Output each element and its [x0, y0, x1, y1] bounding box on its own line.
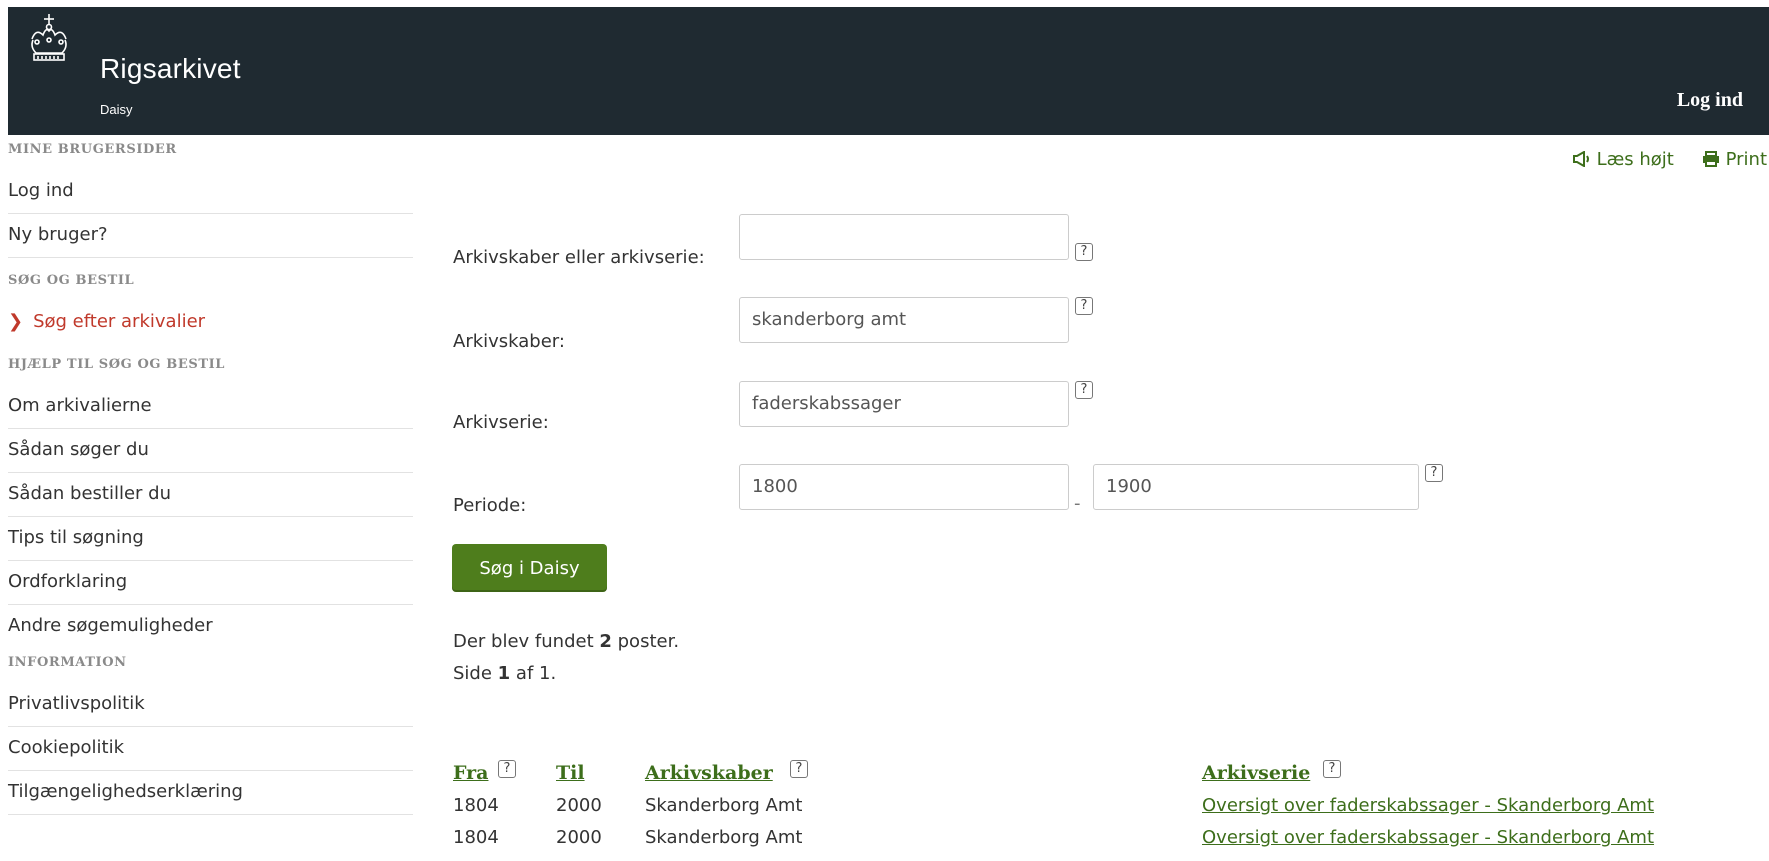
cell-from: 1804 [453, 795, 499, 816]
creator-or-series-input[interactable] [739, 214, 1069, 260]
read-aloud-label: Læs højt [1596, 149, 1674, 170]
help-icon[interactable]: ? [790, 760, 808, 778]
series-input[interactable]: faderskabssager [739, 381, 1069, 427]
brand-subtitle: Daisy [100, 102, 133, 117]
cell-creator: Skanderborg Amt [645, 795, 803, 816]
column-header-to[interactable]: Til [556, 762, 585, 784]
column-header-series[interactable]: Arkivserie [1202, 762, 1310, 784]
sidebar-item-search-label: Søg efter arkivalier [33, 311, 206, 332]
column-header-creator[interactable]: Arkivskaber [645, 762, 773, 784]
period-label: Periode: [453, 495, 527, 516]
print-button[interactable]: Print [1702, 149, 1767, 170]
crown-icon[interactable] [28, 13, 70, 67]
help-icon[interactable]: ? [1425, 464, 1443, 482]
cell-from: 1804 [453, 827, 499, 848]
help-icon[interactable]: ? [1323, 760, 1341, 778]
search-button[interactable]: Søg i Daisy [452, 544, 607, 592]
site-header: Rigsarkivet Daisy Log ind [8, 7, 1769, 135]
help-icon[interactable]: ? [1075, 297, 1093, 315]
results-page-current: 1 [497, 663, 511, 684]
results-count: Der blev fundet 2 poster. [453, 631, 679, 652]
sidebar-item-about-archives[interactable]: Om arkivalierne [8, 385, 413, 429]
cell-to: 2000 [556, 795, 602, 816]
results-page: Side 1 af 1. [453, 663, 556, 684]
column-header-from[interactable]: Fra [453, 762, 488, 784]
read-aloud-button[interactable]: Læs højt [1572, 149, 1680, 170]
period-to-input[interactable]: 1900 [1093, 464, 1419, 510]
sidebar-heading-my-pages: MINE BRUGERSIDER [8, 142, 177, 157]
sidebar-item-new-user[interactable]: Ny bruger? [8, 214, 413, 258]
sidebar-item-search-tips[interactable]: Tips til søgning [8, 517, 413, 561]
creator-or-series-label: Arkivskaber eller arkivserie: [453, 247, 705, 268]
cell-creator: Skanderborg Amt [645, 827, 803, 848]
series-label: Arkivserie: [453, 412, 549, 433]
megaphone-icon [1572, 150, 1589, 168]
period-from-input[interactable]: 1800 [739, 464, 1069, 510]
chevron-right-icon: ❯ [8, 311, 24, 332]
sidebar-heading-help: HJÆLP TIL SØG OG BESTIL [8, 357, 226, 372]
sidebar-item-accessibility[interactable]: Tilgængelighedserklæring [8, 771, 413, 815]
sidebar-item-search[interactable]: ❯ Søg efter arkivalier [8, 301, 413, 344]
creator-input[interactable]: skanderborg amt [739, 297, 1069, 343]
results-count-number: 2 [599, 631, 612, 652]
sidebar-heading-information: INFORMATION [8, 655, 127, 670]
page-tools: Læs højt Print [1551, 149, 1767, 170]
period-separator: - [1074, 493, 1081, 514]
help-icon[interactable]: ? [1075, 243, 1093, 261]
help-icon[interactable]: ? [1075, 381, 1093, 399]
results-count-suffix: poster. [611, 631, 680, 652]
sidebar-item-glossary[interactable]: Ordforklaring [8, 561, 413, 605]
sidebar: MINE BRUGERSIDER Log ind Ny bruger? SØG … [8, 135, 413, 815]
sidebar-item-how-to-order[interactable]: Sådan bestiller du [8, 473, 413, 517]
results-page-prefix: Side [453, 663, 498, 684]
brand-title[interactable]: Rigsarkivet [100, 53, 241, 85]
cell-to: 2000 [556, 827, 602, 848]
sidebar-item-cookies[interactable]: Cookiepolitik [8, 727, 413, 771]
sidebar-item-login[interactable]: Log ind [8, 170, 413, 214]
results-page-suffix: af 1. [510, 663, 557, 684]
cell-series-link[interactable]: Oversigt over faderskabssager - Skanderb… [1202, 795, 1654, 816]
creator-label: Arkivskaber: [453, 331, 565, 352]
header-login-link[interactable]: Log ind [1677, 89, 1743, 112]
sidebar-item-privacy[interactable]: Privatlivspolitik [8, 683, 413, 727]
help-icon[interactable]: ? [498, 760, 516, 778]
print-label: Print [1725, 149, 1767, 170]
sidebar-item-other-search[interactable]: Andre søgemuligheder [8, 605, 413, 648]
results-count-prefix: Der blev fundet [453, 631, 600, 652]
sidebar-item-how-to-search[interactable]: Sådan søger du [8, 429, 413, 473]
sidebar-heading-search: SØG OG BESTIL [8, 273, 135, 288]
printer-icon [1702, 151, 1719, 167]
cell-series-link[interactable]: Oversigt over faderskabssager - Skanderb… [1202, 827, 1654, 848]
